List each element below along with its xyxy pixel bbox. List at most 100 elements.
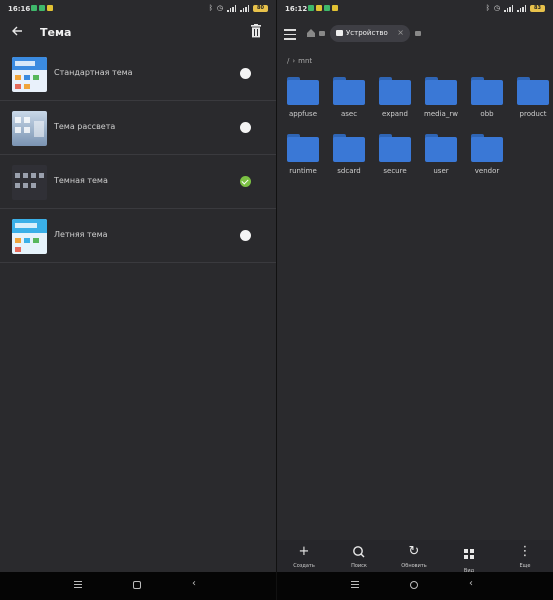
home-icon[interactable] — [133, 581, 141, 589]
folder-name: expand — [382, 110, 408, 118]
folder-name: product — [519, 110, 547, 118]
folder-name: secure — [383, 167, 407, 175]
file-manager-screen: 16:12 ᛒ ◷ 83 Устройство × / › mnt appfuse a… — [277, 0, 553, 600]
menu-icon[interactable] — [74, 581, 82, 589]
breadcrumb-current[interactable]: mnt — [298, 57, 312, 65]
toolbar-label: Поиск — [351, 563, 367, 569]
theme-radio[interactable] — [240, 122, 251, 133]
battery-icon: 80 — [253, 4, 268, 12]
folder-shortcut-icon[interactable] — [319, 31, 325, 36]
theme-label: Стандартная тема — [54, 68, 133, 77]
theme-radio[interactable] — [240, 230, 251, 241]
notification-icon — [31, 5, 37, 11]
menu-icon[interactable] — [284, 29, 296, 40]
theme-option-standard[interactable]: Стандартная тема — [0, 47, 276, 101]
theme-preview — [12, 165, 47, 200]
folder-item[interactable]: appfuse — [283, 77, 323, 127]
folder-item[interactable]: vendor — [467, 134, 507, 184]
refresh-button[interactable]: ↻ Обновить — [394, 544, 434, 569]
search-icon — [353, 546, 365, 558]
status-time: 16:16 — [8, 5, 31, 13]
breadcrumb-root[interactable]: / — [287, 57, 289, 65]
notification-icon — [39, 5, 45, 11]
back-icon[interactable]: ‹ — [469, 579, 473, 589]
theme-label: Темная тема — [54, 176, 108, 185]
folder-item[interactable]: media_rw — [421, 77, 461, 127]
folder-item[interactable]: expand — [375, 77, 415, 127]
folder-item[interactable]: asec — [329, 77, 369, 127]
tab-label: Устройство — [346, 29, 388, 37]
trash-icon[interactable] — [250, 24, 262, 38]
bottom-toolbar: + Создать Поиск ↻ Обновить Вид ⋮ Еще — [277, 540, 553, 574]
toolbar-label: Еще — [519, 563, 531, 569]
folder-name: runtime — [289, 167, 317, 175]
view-button[interactable]: Вид — [449, 544, 489, 574]
folder-item[interactable]: sdcard — [329, 134, 369, 184]
plus-icon: + — [298, 544, 310, 559]
theme-radio[interactable] — [240, 68, 251, 79]
folder-icon — [379, 77, 411, 105]
theme-preview — [12, 219, 47, 254]
folder-name: appfuse — [288, 110, 318, 118]
folder-icon — [471, 77, 503, 105]
folder-icon — [287, 77, 319, 105]
folder-icon — [425, 77, 457, 105]
notification-icon — [47, 5, 53, 11]
menu-icon[interactable] — [351, 581, 359, 589]
home-icon[interactable] — [307, 29, 315, 37]
theme-option-summer[interactable]: Летняя тема — [0, 209, 276, 263]
theme-label: Тема рассвета — [54, 122, 116, 131]
folder-item[interactable]: user — [421, 134, 461, 184]
grid-view-icon — [464, 549, 474, 559]
folder-icon — [333, 77, 365, 105]
close-icon[interactable]: × — [397, 28, 404, 37]
theme-preview — [12, 57, 47, 92]
folder-item[interactable]: runtime — [283, 134, 323, 184]
toolbar-label: Обновить — [401, 563, 427, 569]
theme-radio-checked[interactable] — [240, 176, 251, 187]
folder-name: obb — [480, 110, 494, 118]
signal-icon — [504, 4, 513, 12]
navigation-bar: ‹ — [0, 572, 276, 600]
new-tab-icon[interactable] — [415, 31, 421, 36]
status-bar: 16:16 ᛒ ◷ 80 — [0, 0, 276, 18]
signal-icon — [240, 4, 249, 12]
page-title: Тема — [40, 26, 72, 39]
folder-icon — [379, 134, 411, 162]
search-button[interactable]: Поиск — [339, 544, 379, 569]
notification-icon — [316, 5, 322, 11]
refresh-icon: ↻ — [408, 544, 420, 559]
status-time: 16:12 — [285, 5, 308, 13]
home-icon[interactable] — [410, 581, 418, 589]
create-button[interactable]: + Создать — [284, 544, 324, 569]
folder-icon — [471, 134, 503, 162]
notification-icon — [308, 5, 314, 11]
navigation-bar: ‹ — [277, 572, 553, 600]
folder-icon — [425, 134, 457, 162]
signal-icon — [517, 4, 526, 12]
notification-icon — [324, 5, 330, 11]
tab-device[interactable]: Устройство × — [330, 25, 410, 42]
chevron-right-icon: › — [292, 57, 296, 65]
folder-icon — [517, 77, 549, 105]
back-arrow-icon[interactable] — [10, 24, 24, 38]
folder-item[interactable]: secure — [375, 134, 415, 184]
folder-item[interactable]: product — [513, 77, 553, 127]
theme-option-dark[interactable]: Темная тема — [0, 155, 276, 209]
signal-icon — [227, 4, 236, 12]
folder-icon — [333, 134, 365, 162]
folder-name: media_rw — [424, 110, 458, 118]
bluetooth-icon: ᛒ — [485, 4, 490, 12]
folder-icon — [287, 134, 319, 162]
alarm-icon: ◷ — [493, 4, 500, 12]
device-icon — [336, 30, 343, 36]
folder-name: asec — [340, 110, 358, 118]
folder-item[interactable]: obb — [467, 77, 507, 127]
back-icon[interactable]: ‹ — [192, 579, 196, 589]
folder-name: user — [433, 167, 449, 175]
more-button[interactable]: ⋮ Еще — [505, 544, 545, 569]
app-header: Тема — [0, 18, 276, 48]
breadcrumb: / › mnt — [287, 57, 312, 65]
alarm-icon: ◷ — [216, 4, 223, 12]
theme-option-dawn[interactable]: Тема рассвета — [0, 101, 276, 155]
